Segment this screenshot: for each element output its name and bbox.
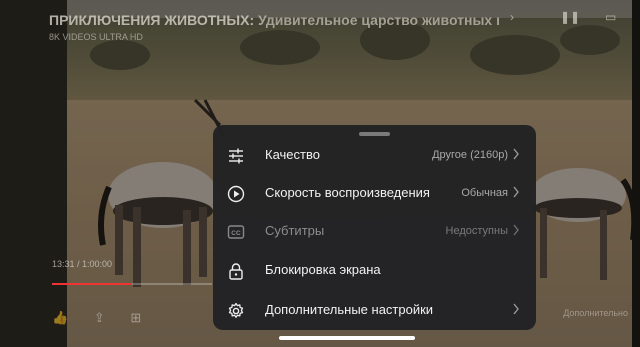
settings-item-quality[interactable]: Качество Другое (2160p) [213, 136, 536, 174]
chevron-right-icon [513, 148, 519, 160]
pause-icon[interactable]: ❚❚ [560, 10, 580, 24]
settings-item-label: Блокировка экрана [265, 262, 381, 277]
cast-icon[interactable]: ▭ [605, 10, 616, 24]
chevron-right-icon [513, 303, 519, 315]
settings-sheet: Качество Другое (2160p) Скорость воспрои… [213, 125, 536, 330]
progress-bar[interactable] [52, 283, 212, 285]
lock-icon [229, 263, 243, 280]
more-label[interactable]: Дополнительно [563, 308, 628, 318]
settings-item-subtitles[interactable]: CC Субтитры Недоступны [213, 212, 536, 250]
action-bar: 👍 ⇪ ⊞ [52, 310, 163, 326]
share-icon[interactable]: ⇪ [94, 310, 105, 325]
video-title-main: ПРИКЛЮЧЕНИЯ ЖИВОТНЫХ: [49, 12, 255, 28]
video-channel: 8K VIDEOS ULTRA HD [49, 32, 143, 42]
settings-item-additional[interactable]: Дополнительные настройки [213, 291, 536, 329]
settings-item-screen-lock[interactable]: Блокировка экрана [213, 251, 536, 289]
gear-icon [228, 302, 244, 318]
save-icon[interactable]: ⊞ [130, 310, 141, 325]
chevron-right-icon [513, 186, 519, 198]
settings-item-value: Другое (2160p) [432, 149, 508, 161]
progress-fill [52, 283, 132, 285]
video-player: ПРИКЛЮЧЕНИЯ ЖИВОТНЫХ: Удивительное царст… [0, 0, 640, 347]
settings-item-value: Недоступны [445, 225, 508, 237]
settings-item-label: Субтитры [265, 223, 325, 238]
sliders-icon [229, 148, 243, 164]
settings-item-value: Обычная [461, 187, 508, 199]
like-icon[interactable]: 👍 [52, 310, 68, 325]
settings-item-playback-speed[interactable]: Скорость воспроизведения Обычная [213, 174, 536, 212]
next-icon[interactable]: › [510, 10, 514, 24]
time-readout: 13:31 / 1:00:00 [52, 259, 113, 269]
settings-item-label: Дополнительные настройки [265, 302, 434, 317]
playback-speed-icon [227, 185, 245, 203]
home-indicator[interactable] [279, 336, 415, 340]
video-title-rest: Удивительное царство животных в [258, 12, 499, 28]
settings-item-label: Скорость воспроизведения [265, 185, 430, 200]
cc-icon: CC [227, 225, 245, 239]
video-title: ПРИКЛЮЧЕНИЯ ЖИВОТНЫХ: Удивительное царст… [49, 12, 499, 28]
svg-text:CC: CC [231, 230, 241, 237]
chevron-right-icon [513, 224, 519, 236]
settings-item-label: Качество [265, 147, 320, 162]
